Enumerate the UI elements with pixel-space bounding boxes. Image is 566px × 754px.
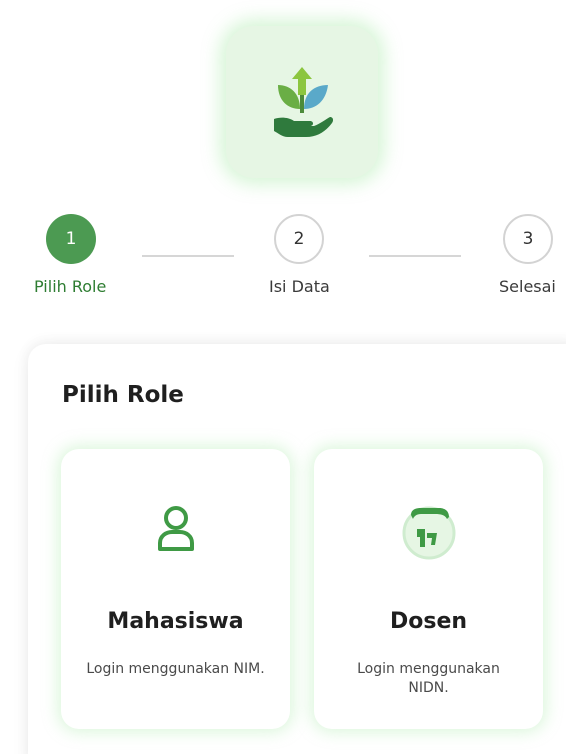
role-title-mahasiswa: Mahasiswa	[107, 609, 244, 634]
role-card-dosen[interactable]: Dosen Login menggunakan NIDN.	[314, 449, 543, 729]
lecturer-icon	[402, 506, 455, 560]
step-2-label: Isi Data	[269, 277, 330, 296]
register-page: 1 Pilih Role 2 Isi Data 3 Selesai Pilih …	[0, 0, 566, 754]
step-2-circle: 2	[274, 214, 324, 264]
user-icon	[157, 506, 194, 551]
panel-title: Pilih Role	[62, 382, 184, 408]
step-3-label: Selesai	[499, 277, 556, 296]
step-3-number: 3	[522, 229, 534, 249]
step-connector-1	[142, 255, 234, 257]
role-description-mahasiswa: Login menggunakan NIM.	[86, 661, 265, 677]
step-1-number: 1	[65, 229, 77, 249]
step-1-circle: 1	[46, 214, 96, 264]
step-3-circle: 3	[503, 214, 553, 264]
role-description-dosen: Login menggunakan NIDN.	[357, 661, 500, 696]
plant-growth-hand-icon	[274, 67, 334, 137]
step-2-number: 2	[293, 229, 305, 249]
role-card-mahasiswa[interactable]: Mahasiswa Login menggunakan NIM.	[61, 449, 290, 729]
step-connector-2	[369, 255, 461, 257]
app-logo	[226, 26, 378, 178]
step-1-label: Pilih Role	[34, 277, 107, 296]
role-title-dosen: Dosen	[389, 609, 468, 634]
